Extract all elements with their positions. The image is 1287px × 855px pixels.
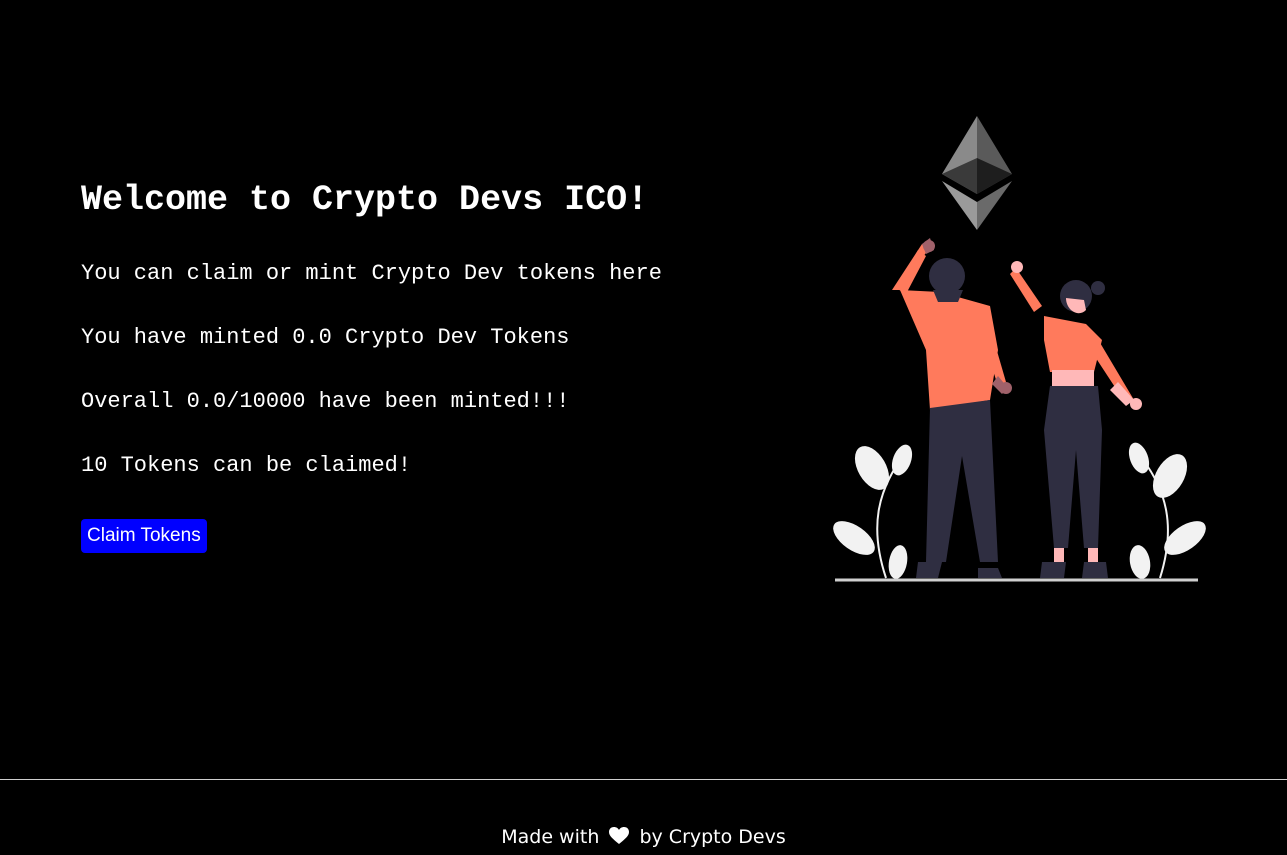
hero-illustration xyxy=(833,116,1206,582)
footer-prefix: Made with xyxy=(501,826,600,848)
claimable-tokens-text: 10 Tokens can be claimed! xyxy=(81,453,412,478)
minted-balance-text: You have minted 0.0 Crypto Dev Tokens xyxy=(81,325,570,350)
ethereum-logo-icon xyxy=(942,116,1012,230)
man-figure-illustration xyxy=(892,238,1012,578)
claim-tokens-button[interactable]: Claim Tokens xyxy=(81,519,207,553)
description-text: You can claim or mint Crypto Dev tokens … xyxy=(81,261,662,286)
total-minted-text: Overall 0.0/10000 have been minted!!! xyxy=(81,389,570,414)
right-plant-illustration xyxy=(1128,442,1206,579)
left-plant-illustration xyxy=(833,444,913,579)
footer: Made with by Crypto Devs xyxy=(0,779,1287,855)
page-title: Welcome to Crypto Devs ICO! xyxy=(81,180,649,220)
footer-credit: Made with by Crypto Devs xyxy=(0,824,1287,850)
woman-figure-illustration xyxy=(1010,261,1142,578)
footer-suffix: by Crypto Devs xyxy=(639,826,786,848)
heart-icon xyxy=(609,827,630,844)
page: Welcome to Crypto Devs ICO! You can clai… xyxy=(0,0,1287,855)
